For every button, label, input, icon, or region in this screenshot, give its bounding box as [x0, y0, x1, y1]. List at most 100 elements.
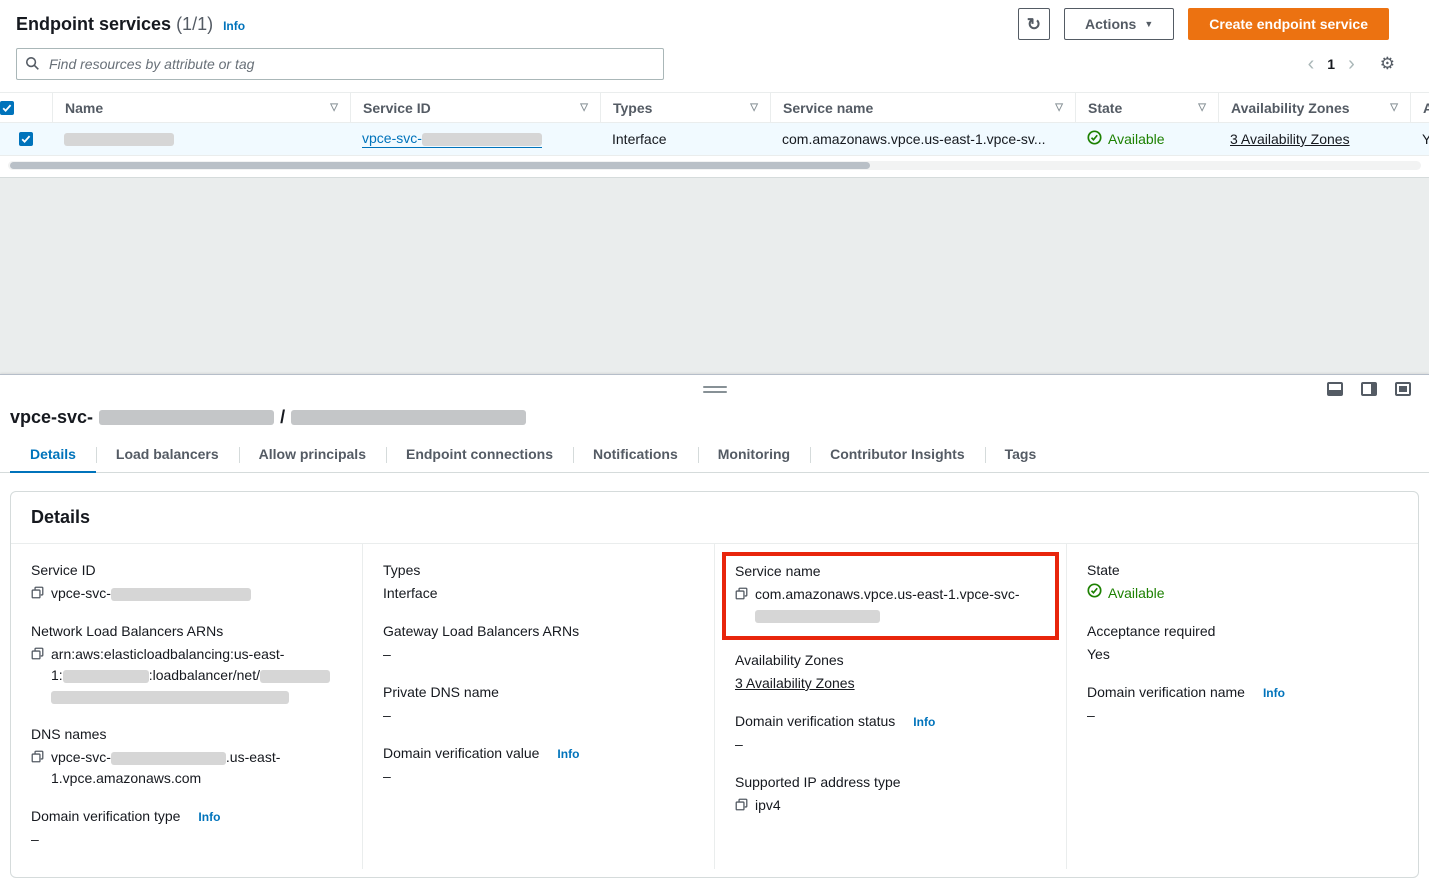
content-background — [0, 177, 1429, 374]
field-service-name: Service name com.amazonaws.vpce.us-east-… — [735, 563, 1046, 626]
table-toolbar: ‹ 1 › ⚙ — [0, 44, 1429, 92]
service-name-value: com.amazonaws.vpce.us-east-1.vpce-svc- — [755, 586, 1020, 602]
tab-details[interactable]: Details — [10, 438, 96, 472]
page-info-link[interactable]: Info — [223, 19, 245, 33]
domain-verification-name-value: – — [1087, 705, 1095, 726]
details-column-1: Service ID vpce-svc- Network Load Balanc… — [11, 544, 362, 869]
pagination: ‹ 1 › ⚙ — [1308, 54, 1395, 74]
filter-icon[interactable]: ▽ — [1055, 102, 1063, 113]
horizontal-scrollbar[interactable] — [8, 161, 1421, 170]
annotation-highlight: Service name com.amazonaws.vpce.us-east-… — [722, 552, 1059, 640]
tab-tags[interactable]: Tags — [985, 438, 1057, 472]
redacted-title-name — [291, 410, 526, 425]
domain-verification-status-label: Domain verification status — [735, 713, 895, 729]
copy-icon[interactable] — [31, 750, 44, 763]
search-icon — [25, 56, 40, 74]
acceptance-required-label: Acceptance required — [1087, 623, 1215, 639]
nlb-arns-label: Network Load Balancers ARNs — [31, 623, 223, 639]
details-column-3: Service name com.amazonaws.vpce.us-east-… — [714, 544, 1066, 869]
domain-verification-type-label: Domain verification type — [31, 808, 180, 824]
tab-notifications[interactable]: Notifications — [573, 438, 698, 472]
state-label: State — [1087, 562, 1120, 578]
supported-ip-label: Supported IP address type — [735, 774, 901, 790]
filter-icon[interactable]: ▽ — [750, 102, 758, 113]
availability-zones-link[interactable]: 3 Availability Zones — [735, 673, 855, 694]
actions-button[interactable]: Actions ▼ — [1064, 8, 1174, 40]
search-box — [16, 48, 664, 80]
create-endpoint-service-button[interactable]: Create endpoint service — [1188, 8, 1389, 40]
row-checkbox[interactable] — [19, 132, 33, 146]
dns-name-line1-pre: vpce-svc- — [51, 749, 111, 765]
column-header-service-name: Service name — [783, 100, 873, 116]
panel-title: vpce-svc- / — [10, 407, 1429, 428]
filter-icon[interactable]: ▽ — [1390, 102, 1398, 113]
info-link[interactable]: Info — [557, 747, 579, 761]
filter-icon[interactable]: ▽ — [1198, 102, 1206, 113]
refresh-button[interactable]: ↻ — [1018, 8, 1050, 40]
row-availability-zones-link[interactable]: 3 Availability Zones — [1230, 131, 1350, 147]
redacted-lb-arn-tail — [51, 691, 289, 704]
endpoint-services-section: Endpoint services (1/1) Info ↻ Actions ▼… — [0, 0, 1429, 177]
panel-maximize-icon[interactable] — [1395, 382, 1411, 396]
redacted-service-id — [422, 133, 542, 146]
row-acceptance: Y — [1422, 131, 1429, 147]
copy-icon[interactable] — [735, 587, 748, 600]
field-domain-verification-status: Domain verification status Info – — [735, 713, 1046, 755]
tab-endpoint-connections[interactable]: Endpoint connections — [386, 438, 573, 472]
next-page-button[interactable]: › — [1348, 54, 1355, 74]
preferences-gear-icon[interactable]: ⚙ — [1380, 54, 1395, 74]
info-link[interactable]: Info — [913, 715, 935, 729]
aws-console-page: Endpoint services (1/1) Info ↻ Actions ▼… — [0, 0, 1429, 886]
service-id-link[interactable]: vpce-svc- — [362, 130, 542, 148]
copy-icon[interactable] — [735, 798, 748, 811]
panel-title-prefix: vpce-svc- — [10, 407, 93, 428]
service-name-label: Service name — [735, 563, 821, 579]
current-page-number[interactable]: 1 — [1327, 56, 1335, 72]
tab-monitoring[interactable]: Monitoring — [698, 438, 810, 472]
filter-icon[interactable]: ▽ — [330, 102, 338, 113]
copy-icon[interactable] — [31, 647, 44, 660]
acceptance-required-value: Yes — [1087, 644, 1110, 665]
domain-verification-value-value: – — [383, 766, 391, 787]
table-row[interactable]: vpce-svc- Interface com.amazonaws.vpce.u… — [0, 123, 1429, 156]
filter-icon[interactable]: ▽ — [580, 102, 588, 113]
redacted-service-name-tail — [755, 610, 880, 623]
tab-load-balancers[interactable]: Load balancers — [96, 438, 239, 472]
column-header-availability-zones: Availability Zones — [1231, 100, 1350, 116]
row-types: Interface — [612, 131, 666, 147]
info-link[interactable]: Info — [198, 810, 220, 824]
domain-verification-type-value: – — [31, 829, 39, 850]
nlb-arn-line2-pre: 1: — [51, 667, 63, 683]
column-header-types: Types — [613, 100, 652, 116]
tab-contributor-insights[interactable]: Contributor Insights — [810, 438, 985, 472]
select-all-checkbox[interactable] — [0, 101, 14, 115]
panel-position-side-icon[interactable] — [1361, 382, 1377, 396]
types-label: Types — [383, 562, 420, 578]
details-card-heading: Details — [11, 492, 1418, 544]
tab-allow-principals[interactable]: Allow principals — [239, 438, 386, 472]
info-link[interactable]: Info — [1263, 686, 1285, 700]
copy-icon[interactable] — [31, 586, 44, 599]
field-gateway-load-balancer-arns: Gateway Load Balancers ARNs – — [383, 623, 694, 665]
dns-name-line1-post: .us-east- — [226, 749, 280, 765]
horizontal-scrollbar-thumb[interactable] — [10, 162, 870, 169]
field-private-dns-name: Private DNS name – — [383, 684, 694, 726]
row-state-badge: Available — [1087, 130, 1165, 148]
glb-arns-label: Gateway Load Balancers ARNs — [383, 623, 579, 639]
resource-count: (1/1) — [176, 14, 213, 35]
nlb-arn-line1: arn:aws:elasticloadbalancing:us-east- — [51, 646, 284, 662]
supported-ip-value: ipv4 — [755, 795, 781, 816]
panel-position-bottom-icon[interactable] — [1327, 382, 1343, 396]
state-value: Available — [1108, 583, 1165, 604]
field-network-load-balancer-arns: Network Load Balancers ARNs arn:aws:elas… — [31, 623, 342, 707]
field-domain-verification-type: Domain verification type Info – — [31, 808, 342, 850]
row-service-name: com.amazonaws.vpce.us-east-1.vpce-sv... — [782, 131, 1046, 147]
endpoint-services-table: Name▽ Service ID▽ Types▽ Service name▽ S… — [0, 92, 1429, 156]
split-panel-drag-handle[interactable] — [703, 386, 727, 393]
panel-title-separator: / — [280, 407, 285, 428]
private-dns-value: – — [383, 705, 391, 726]
previous-page-button[interactable]: ‹ — [1308, 54, 1315, 74]
split-panel-chrome — [0, 375, 1429, 405]
column-header-name: Name — [65, 100, 103, 116]
search-input[interactable] — [16, 48, 664, 80]
